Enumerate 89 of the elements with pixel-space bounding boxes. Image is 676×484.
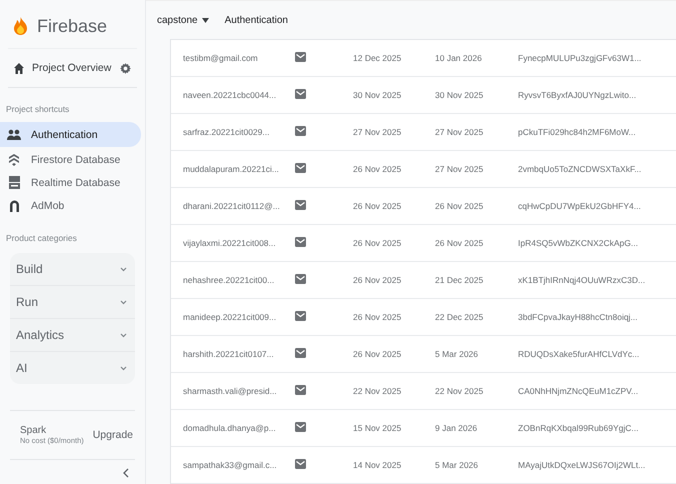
brand-name: Firebase (37, 16, 108, 36)
signed-in-date-cell-text: 27 Nov 2025 (435, 127, 484, 137)
category-label[interactable]: Analytics (16, 328, 64, 342)
mail-icon (295, 163, 306, 173)
created-date-cell-text: 15 Nov 2025 (353, 423, 402, 433)
created-date-cell-text: 30 Nov 2025 (353, 90, 402, 100)
signed-in-date-cell-text: 30 Nov 2025 (435, 90, 484, 100)
dropdown-caret-icon (202, 18, 209, 22)
project-selector[interactable]: capstone (157, 14, 209, 26)
user-uid-cell-text: cqHwCpDU7WpEkU2GbHFY4... (518, 201, 642, 211)
signed-in-date-cell-text: 5 Mar 2026 (435, 349, 479, 359)
created-date-cell-text: 27 Nov 2025 (353, 127, 402, 137)
sidebar-item[interactable]: Realtime Database (0, 171, 141, 194)
email-cell-text: nehashree.20221cit00... (183, 275, 276, 285)
upgrade-button[interactable]: Upgrade (92, 429, 133, 441)
signed-in-date-cell-text: 21 Dec 2025 (435, 275, 484, 285)
page-title: Authentication (224, 14, 288, 26)
mail-icon (295, 422, 306, 432)
email-cell-text: muddalapuram.20221ci... (183, 164, 280, 174)
mail-icon (295, 200, 306, 210)
mail-icon (295, 385, 306, 395)
settings-icon[interactable] (120, 62, 131, 74)
email-cell-text: harshith.20221cit0107... (183, 349, 275, 359)
email-cell-text: sampathak33@gmail.c... (183, 460, 278, 470)
user-uid-cell-text: xK1BTjhIRnNqj4OUuWRzxC3D... (518, 275, 646, 285)
signed-in-date-cell-text: 22 Nov 2025 (435, 386, 484, 396)
database-icon (8, 176, 20, 189)
flame-logo-icon (14, 17, 27, 35)
user-uid-cell-text: FynecpMULUPu3zgjGFv63W1... (518, 53, 642, 63)
created-date-cell-text: 26 Nov 2025 (353, 275, 402, 285)
sidebar-item[interactable]: AdMob (0, 194, 141, 217)
mail-icon (295, 311, 306, 321)
created-date-cell-text: 14 Nov 2025 (353, 460, 402, 470)
category-label[interactable]: Run (16, 295, 38, 309)
user-uid-cell-text: pCkuTFi029hc84h2MF6MoW... (518, 127, 637, 137)
mail-icon (295, 52, 306, 62)
user-uid-cell-text: 3bdFCpvaJkayH88hcCtn8oiqj... (518, 312, 639, 322)
signed-in-date-cell-text: 10 Jan 2026 (435, 53, 483, 63)
created-date-cell-text: 12 Dec 2025 (353, 53, 402, 63)
mail-icon (295, 459, 306, 469)
mail-icon (295, 237, 306, 247)
user-uid-cell-text: CA0NhHNjmZNcQEuM1cZPV... (518, 386, 640, 396)
collapse-chevron-icon[interactable] (123, 468, 129, 478)
signed-in-date-cell-text: 26 Nov 2025 (435, 201, 484, 211)
sidebar-item[interactable]: Firestore Database (0, 148, 141, 171)
admob-icon (8, 199, 20, 212)
created-date-cell-text: 26 Nov 2025 (353, 164, 402, 174)
signed-in-date-cell-text: 9 Jan 2026 (435, 423, 478, 433)
mail-icon (295, 126, 306, 136)
email-cell-text: vijaylaxmi.20221cit008... (183, 238, 277, 248)
user-uid-cell-text: 2vmbqUo5ToZNCDWSXTaXkF... (518, 164, 642, 174)
mail-icon (295, 348, 306, 358)
created-date-cell-text: 22 Nov 2025 (353, 386, 402, 396)
email-cell-text: domadhula.dhanya@p... (183, 423, 277, 433)
chevron-down-icon[interactable] (120, 266, 127, 272)
email-cell-text: testibm@gmail.com (183, 53, 259, 63)
user-uid-cell-text: MAyajUtkDQxeLWJS67OIj2WLt... (518, 460, 646, 470)
email-cell-text: sarfraz.20221cit0029... (183, 127, 270, 137)
home-icon[interactable] (14, 62, 24, 74)
mail-icon (295, 274, 306, 284)
chevron-down-icon[interactable] (120, 300, 127, 304)
section-heading: Product categories (5, 232, 78, 245)
created-date-cell-text: 26 Nov 2025 (353, 201, 402, 211)
user-uid-cell-text: IpR4SQ5vWbZKCNX2CkApG... (518, 238, 639, 248)
section-heading: Project shortcuts (5, 103, 70, 116)
chevron-down-icon[interactable] (120, 332, 127, 338)
created-date-cell-text: 26 Nov 2025 (353, 349, 402, 359)
signed-in-date-cell-text: 27 Nov 2025 (435, 164, 484, 174)
signed-in-date-cell-text: 26 Nov 2025 (435, 238, 484, 248)
project-overview-link[interactable]: Project Overview (32, 62, 112, 74)
mail-icon (295, 89, 306, 99)
email-cell-text: manideep.20221cit009... (183, 312, 278, 322)
user-uid-cell-text: ZOBnRqKXbqal99Rub69YgjC... (518, 423, 640, 433)
chevron-down-icon[interactable] (120, 366, 127, 370)
email-cell-text: sharmasth.vali@presid... (183, 386, 278, 396)
category-label[interactable]: AI (16, 361, 28, 375)
user-uid-cell-text: RyvsvT6ByxfAJ0UYNgzLwito... (518, 90, 638, 100)
created-date-cell-text: 26 Nov 2025 (353, 238, 402, 248)
sidebar-item[interactable]: Authentication (0, 122, 141, 147)
plan-name: Spark (20, 425, 48, 436)
email-cell-text: naveen.20221cbc0044... (183, 90, 278, 100)
signed-in-date-cell-text: 5 Mar 2026 (435, 460, 479, 470)
people-icon (7, 128, 21, 140)
user-uid-cell-text: RDUQDsXake5furAHfCLVdYc... (518, 349, 640, 359)
firestore-icon (8, 152, 20, 166)
email-cell-text: dharani.20221cit0112@... (183, 201, 281, 211)
category-label[interactable]: Build (16, 262, 43, 276)
created-date-cell-text: 26 Nov 2025 (353, 312, 402, 322)
signed-in-date-cell-text: 22 Dec 2025 (435, 312, 484, 322)
